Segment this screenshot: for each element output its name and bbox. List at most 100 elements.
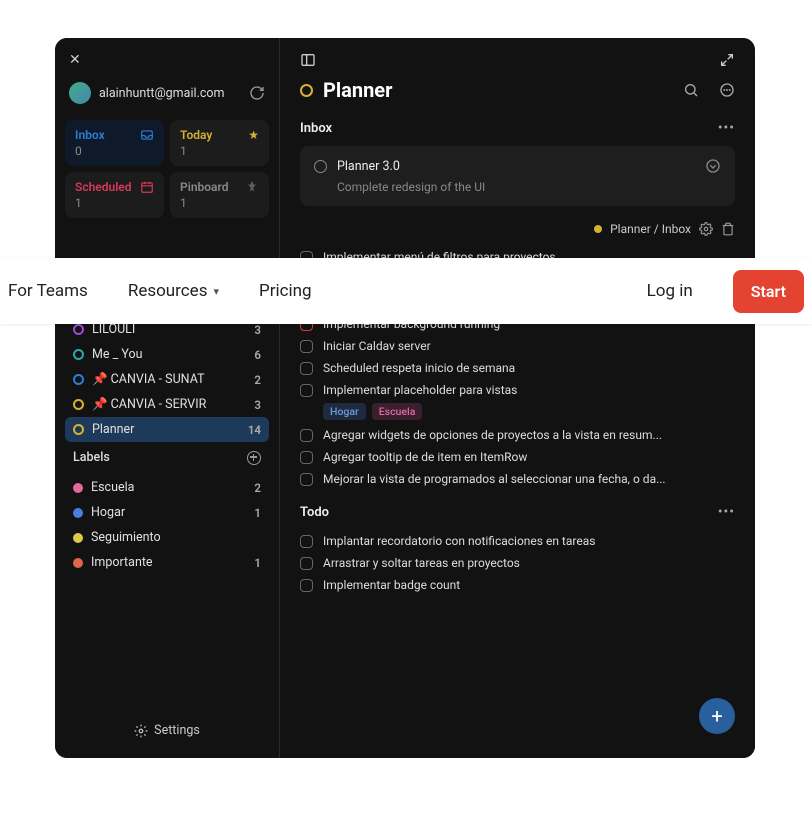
project-item[interactable]: 📌 CANVIA - SUNAT 2 <box>65 367 269 392</box>
pin-icon <box>245 180 259 194</box>
main-header: Planner <box>300 78 735 102</box>
task-tag[interactable]: Hogar <box>323 403 366 420</box>
task-checkbox[interactable] <box>300 362 313 375</box>
star-icon: ★ <box>248 128 259 142</box>
task-text: Iniciar Caldav server <box>323 339 431 353</box>
task-row[interactable]: Scheduled respeta inicio de semana <box>300 357 735 379</box>
more-horizontal-icon[interactable] <box>719 82 735 98</box>
task-text: Agregar tooltip de de item en ItemRow <box>323 450 527 464</box>
task-checkbox[interactable] <box>300 451 313 464</box>
add-task-fab[interactable]: + <box>699 698 735 734</box>
task-checkbox[interactable] <box>300 340 313 353</box>
label-item[interactable]: Escuela 2 <box>65 475 269 500</box>
nav-pricing[interactable]: Pricing <box>259 281 312 301</box>
page-title: Planner <box>323 78 663 102</box>
task-checkbox[interactable] <box>300 429 313 442</box>
inbox-card-title: Planner 3.0 <box>337 159 695 174</box>
card-scheduled[interactable]: Scheduled 1 <box>65 172 164 218</box>
start-button[interactable]: Start <box>733 270 804 313</box>
pinboard-count: 1 <box>180 196 228 210</box>
label-item[interactable]: Importante 1 <box>65 550 269 575</box>
breadcrumb-row: Planner / Inbox <box>300 222 735 236</box>
task-tag[interactable]: Escuela <box>372 403 423 420</box>
sidebar: ✕ alainhuntt@gmail.com Inbox 0 Today <box>55 38 280 758</box>
today-count: 1 <box>180 144 212 158</box>
task-text: Arrastrar y soltar tareas en proyectos <box>323 556 520 570</box>
more-icon[interactable]: ••• <box>718 120 735 136</box>
label-count: 1 <box>254 556 261 570</box>
task-checkbox[interactable] <box>300 557 313 570</box>
label-item[interactable]: Hogar 1 <box>65 500 269 525</box>
task-row[interactable]: Iniciar Caldav server <box>300 335 735 357</box>
label-item[interactable]: Seguimiento <box>65 525 269 550</box>
expand-icon[interactable] <box>719 52 735 68</box>
inbox-card-desc: Complete redesign of the UI <box>337 180 721 194</box>
label-color-dot <box>73 508 83 518</box>
inbox-card[interactable]: Planner 3.0 Complete redesign of the UI <box>300 146 735 206</box>
card-inbox[interactable]: Inbox 0 <box>65 120 164 166</box>
sync-icon[interactable] <box>249 85 265 101</box>
breadcrumb[interactable]: Planner / Inbox <box>610 222 691 236</box>
label-name: Seguimiento <box>91 530 253 545</box>
task-text: Implantar recordatorio con notificacione… <box>323 534 595 548</box>
nav-resources[interactable]: Resources ▾ <box>128 281 219 301</box>
labels-header: Labels <box>65 442 269 469</box>
task-checkbox[interactable] <box>300 535 313 548</box>
task-row[interactable]: Mejorar la vista de programados al selec… <box>300 468 735 490</box>
scheduled-title: Scheduled <box>75 180 132 194</box>
panel-toggle-icon[interactable] <box>300 52 316 68</box>
label-color-dot <box>73 558 83 568</box>
project-color-dot <box>73 349 84 360</box>
gear-icon[interactable] <box>699 222 713 236</box>
task-checkbox[interactable] <box>300 384 313 397</box>
task-row[interactable]: Implantar recordatorio con notificacione… <box>300 530 735 552</box>
task-checkbox[interactable] <box>300 579 313 592</box>
search-icon[interactable] <box>683 82 699 98</box>
more-icon[interactable]: ••• <box>718 504 735 520</box>
project-color-dot <box>73 399 84 410</box>
task-row[interactable]: Agregar widgets de opciones de proyectos… <box>300 424 735 446</box>
nav-for-teams[interactable]: For Teams <box>8 281 88 301</box>
label-color-dot <box>73 483 83 493</box>
gear-icon <box>134 724 148 738</box>
settings-button[interactable]: Settings <box>65 713 269 748</box>
project-item[interactable]: 📌 CANVIA - SERVIR 3 <box>65 392 269 417</box>
breadcrumb-dot <box>594 225 602 233</box>
close-icon[interactable]: ✕ <box>69 52 269 68</box>
project-name: Me _ You <box>92 347 246 362</box>
top-cards: Inbox 0 Today 1 ★ Scheduled 1 <box>65 120 269 218</box>
project-item[interactable]: Planner 14 <box>65 417 269 442</box>
label-name: Escuela <box>91 480 246 495</box>
card-today[interactable]: Today 1 ★ <box>170 120 269 166</box>
task-text: Agregar widgets de opciones de proyectos… <box>323 428 662 442</box>
inbox-icon <box>140 128 154 142</box>
add-label-icon[interactable] <box>247 451 261 465</box>
task-text: Implementar badge count <box>323 578 460 592</box>
account-row[interactable]: alainhuntt@gmail.com <box>65 78 269 108</box>
task-row[interactable]: Agregar tooltip de de item en ItemRow <box>300 446 735 468</box>
project-count: 14 <box>248 423 261 437</box>
task-checkbox[interactable] <box>314 160 327 173</box>
project-name: 📌 CANVIA - SERVIR <box>92 397 246 412</box>
project-name: 📌 CANVIA - SUNAT <box>92 372 246 387</box>
task-text: Implementar placeholder para vistas <box>323 383 517 397</box>
app-window: ✕ alainhuntt@gmail.com Inbox 0 Today <box>55 38 755 758</box>
pinboard-title: Pinboard <box>180 180 228 194</box>
todo-section-header: Todo ••• <box>300 504 735 520</box>
task-row[interactable]: Implementar placeholder para vistas <box>300 379 735 401</box>
chevron-down-icon[interactable] <box>705 158 721 174</box>
nav-login[interactable]: Log in <box>647 281 693 301</box>
card-pinboard[interactable]: Pinboard 1 <box>170 172 269 218</box>
trash-icon[interactable] <box>721 222 735 236</box>
project-name: LILOULI <box>92 322 246 337</box>
project-item[interactable]: Me _ You 6 <box>65 342 269 367</box>
task-row[interactable]: Arrastrar y soltar tareas en proyectos <box>300 552 735 574</box>
label-name: Hogar <box>91 505 246 520</box>
task-checkbox[interactable] <box>300 473 313 486</box>
labels-title: Labels <box>73 450 110 465</box>
task-text: Mejorar la vista de programados al selec… <box>323 472 666 486</box>
project-color-dot <box>73 424 84 435</box>
label-color-dot <box>73 533 83 543</box>
project-count: 6 <box>254 348 261 362</box>
task-row[interactable]: Implementar badge count <box>300 574 735 596</box>
